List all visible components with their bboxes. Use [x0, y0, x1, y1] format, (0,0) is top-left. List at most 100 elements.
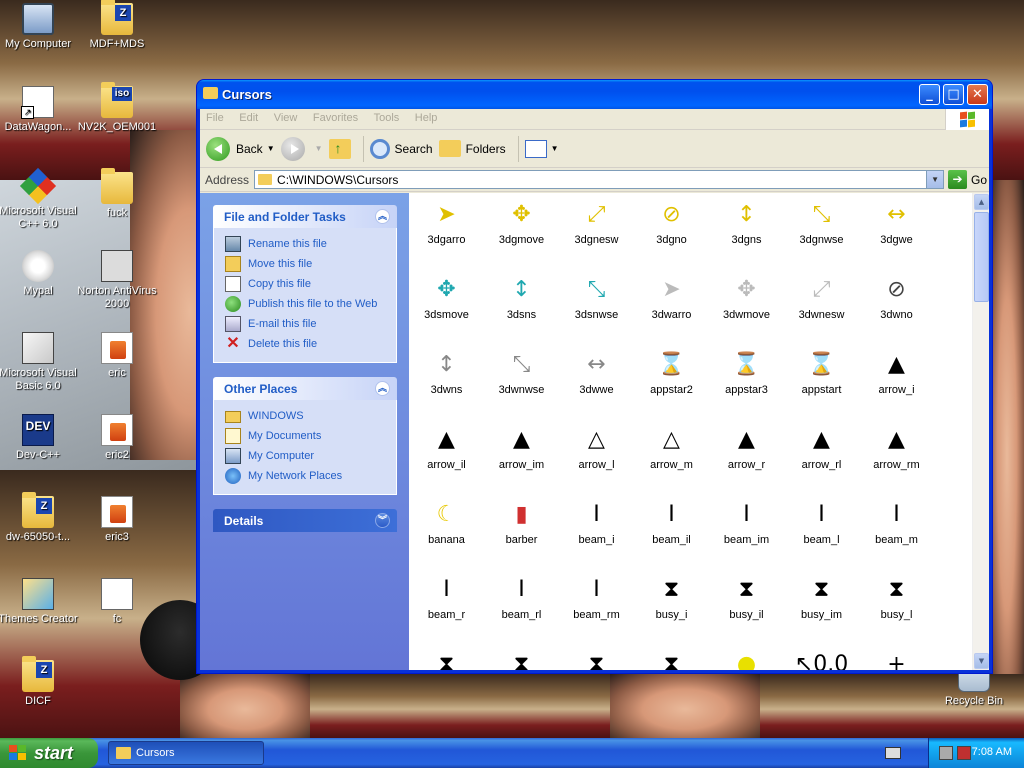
file-item[interactable]: ⧗ busy_il [709, 572, 784, 647]
file-item[interactable]: + [859, 647, 934, 671]
file-item[interactable]: ▲ arrow_rm [859, 422, 934, 497]
menu-file[interactable]: File [200, 109, 230, 127]
file-item[interactable]: ▲ arrow_r [709, 422, 784, 497]
task-publish[interactable]: Publish this file to the Web [225, 294, 396, 314]
file-item[interactable]: ▮ barber [484, 497, 559, 572]
desktop-icon-nv2k[interactable]: iso NV2K_OEM001 [77, 82, 157, 134]
place-my-computer[interactable]: My Computer [225, 446, 396, 466]
place-windows[interactable]: WINDOWS [225, 406, 396, 426]
maximize-button[interactable]: □ [943, 84, 964, 105]
clock[interactable]: 7:08 AM [972, 746, 1012, 758]
desktop-icon-themes-creator[interactable]: Themes Creator [0, 578, 78, 626]
file-item[interactable]: ● [709, 647, 784, 671]
file-item[interactable]: ✥ 3dsmove [409, 272, 484, 347]
search-button[interactable]: Search [369, 138, 433, 159]
task-rename[interactable]: Rename this file [225, 234, 396, 254]
chevron-down-icon[interactable]: ▼ [315, 144, 323, 153]
file-item[interactable]: Ibeam_il [634, 497, 709, 572]
menu-edit[interactable]: Edit [233, 109, 264, 127]
file-item[interactable]: Ibeam_r [409, 572, 484, 647]
task-email[interactable]: E-mail this file [225, 314, 396, 334]
file-item[interactable]: ↖0.0 [784, 647, 859, 671]
file-item[interactable]: ▲ arrow_i [859, 347, 934, 422]
collapse-icon[interactable]: ︽ [375, 381, 390, 396]
file-item[interactable]: ⤡ 3dwnwse [484, 347, 559, 422]
chevron-down-icon[interactable]: ▼ [267, 144, 275, 153]
panel-header[interactable]: Other Places ︽ [213, 377, 397, 400]
file-item[interactable]: ⌛ appstart [784, 347, 859, 422]
desktop-icon-mdf-mds[interactable]: Z MDF+MDS [77, 0, 157, 51]
desktop-icon-datawagon[interactable]: DataWagon... [0, 86, 78, 134]
file-item[interactable]: ⧗ [409, 647, 484, 671]
panel-header[interactable]: File and Folder Tasks ︽ [213, 205, 397, 228]
file-item[interactable]: ⧗ busy_i [634, 572, 709, 647]
file-item[interactable]: ➤ 3dwarro [634, 272, 709, 347]
file-item[interactable]: ↕ 3dsns [484, 272, 559, 347]
file-item[interactable]: ➤ 3dgarro [409, 197, 484, 272]
title-bar[interactable]: Cursors _ □ ✕ [197, 80, 992, 109]
task-copy[interactable]: Copy this file [225, 274, 396, 294]
scroll-thumb[interactable] [974, 212, 989, 302]
desktop-icon-mypal[interactable]: Mypal [0, 250, 78, 298]
go-button[interactable]: ➔ Go [948, 170, 987, 189]
menu-help[interactable]: Help [409, 109, 444, 127]
desktop-icon-dicf[interactable]: Z DICF [0, 656, 78, 708]
desktop-icon-visual-cpp[interactable]: Microsoft Visual C++ 6.0 [0, 167, 78, 231]
task-move[interactable]: Move this file [225, 254, 396, 274]
chevron-down-icon[interactable]: ▼ [926, 171, 944, 188]
desktop-icon-my-computer[interactable]: My Computer [0, 3, 78, 51]
desktop-icon-eric3[interactable]: eric3 [77, 496, 157, 544]
file-item[interactable]: Ibeam_m [859, 497, 934, 572]
file-item[interactable]: ⧗ busy_l [859, 572, 934, 647]
views-button[interactable]: ▼ [524, 139, 559, 158]
desktop-icon-norton[interactable]: Norton AntiVirus 2000 [77, 250, 157, 311]
menu-favorites[interactable]: Favorites [307, 109, 364, 127]
file-item[interactable]: ✥ 3dgmove [484, 197, 559, 272]
file-item[interactable]: Ibeam_im [709, 497, 784, 572]
panel-header[interactable]: Details ︾ [213, 509, 397, 532]
file-item[interactable]: Ibeam_rl [484, 572, 559, 647]
close-button[interactable]: ✕ [967, 84, 988, 105]
file-item[interactable]: ⧗ [634, 647, 709, 671]
taskbar-button-cursors[interactable]: Cursors [108, 741, 264, 765]
desktop-icon-dw-65050[interactable]: Z dw-65050-t... [0, 492, 78, 544]
file-item[interactable]: ⊘ 3dgno [634, 197, 709, 272]
file-item[interactable]: ⤢ 3dwnesw [784, 272, 859, 347]
chevron-down-icon[interactable]: ▼ [551, 144, 559, 153]
desktop-icon-eric[interactable]: eric [77, 332, 157, 380]
task-delete[interactable]: ✕ Delete this file [225, 334, 396, 354]
folders-button[interactable]: Folders [438, 140, 506, 157]
file-item[interactable]: ⧗ busy_im [784, 572, 859, 647]
file-item[interactable]: ⊘ 3dwno [859, 272, 934, 347]
file-item[interactable]: ✥ 3dwmove [709, 272, 784, 347]
file-item[interactable]: ⤢ 3dgnesw [559, 197, 634, 272]
file-item[interactable]: ☾ banana [409, 497, 484, 572]
vertical-scrollbar[interactable]: ▲ ▼ [972, 193, 989, 670]
place-my-network[interactable]: My Network Places [225, 466, 396, 486]
file-item[interactable]: ⌛ appstar2 [634, 347, 709, 422]
desktop-icon-dev-cpp[interactable]: DEV Dev-C++ [0, 414, 78, 462]
address-input[interactable]: C:\WINDOWS\Cursors ▼ [254, 170, 945, 189]
file-item[interactable]: ▲ arrow_il [409, 422, 484, 497]
file-item[interactable]: ⤡ 3dgnwse [784, 197, 859, 272]
collapse-icon[interactable]: ︽ [375, 209, 390, 224]
tray-app-icon[interactable] [939, 746, 953, 760]
file-item[interactable]: △ arrow_l [559, 422, 634, 497]
desktop-icon-fc[interactable]: fc [77, 578, 157, 626]
forward-button[interactable]: ▼ [280, 136, 323, 161]
back-button[interactable]: Back ▼ [206, 136, 275, 161]
file-item[interactable]: △ arrow_m [634, 422, 709, 497]
file-item[interactable]: ⧗ [559, 647, 634, 671]
file-item[interactable]: ↕ 3dgns [709, 197, 784, 272]
file-item[interactable]: ▲ arrow_rl [784, 422, 859, 497]
desktop-icon-visual-basic[interactable]: Microsoft Visual Basic 6.0 [0, 332, 78, 393]
up-folder-button[interactable]: ↑ [328, 138, 351, 159]
menu-tools[interactable]: Tools [368, 109, 406, 127]
minimize-button[interactable]: _ [919, 84, 940, 105]
expand-icon[interactable]: ︾ [375, 513, 390, 528]
scroll-up-button[interactable]: ▲ [974, 194, 989, 210]
file-item[interactable]: ▲ arrow_im [484, 422, 559, 497]
file-item[interactable]: ⧗ [484, 647, 559, 671]
start-button[interactable]: start [0, 738, 98, 768]
file-item[interactable]: ⤡ 3dsnwse [559, 272, 634, 347]
